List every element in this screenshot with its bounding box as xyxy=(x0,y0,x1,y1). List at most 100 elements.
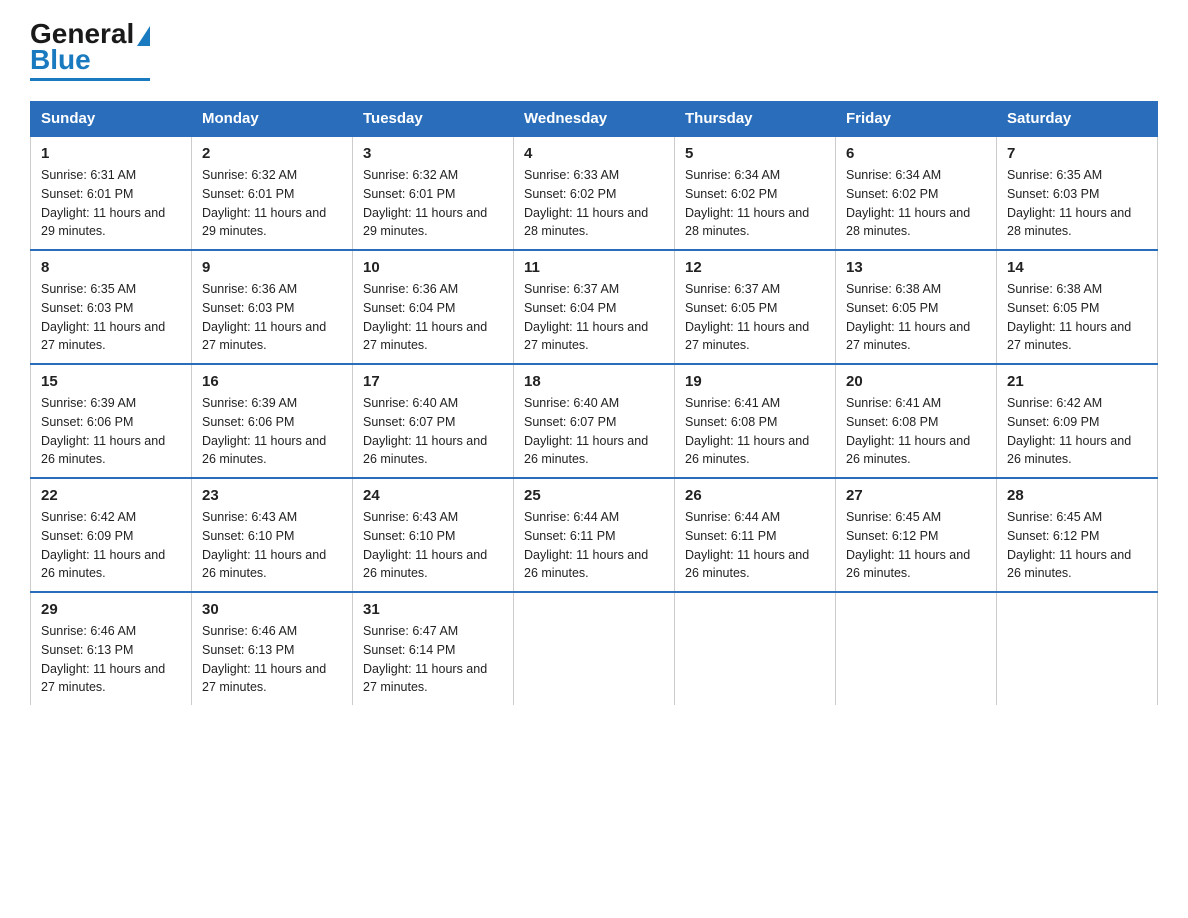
day-number: 9 xyxy=(202,259,342,276)
day-info: Sunrise: 6:32 AMSunset: 6:01 PMDaylight:… xyxy=(202,168,326,238)
calendar-day-cell xyxy=(997,592,1158,705)
calendar-day-cell: 19 Sunrise: 6:41 AMSunset: 6:08 PMDaylig… xyxy=(675,364,836,478)
day-info: Sunrise: 6:45 AMSunset: 6:12 PMDaylight:… xyxy=(846,510,970,580)
day-number: 22 xyxy=(41,487,181,504)
day-number: 7 xyxy=(1007,145,1147,162)
calendar-day-cell xyxy=(675,592,836,705)
day-info: Sunrise: 6:35 AMSunset: 6:03 PMDaylight:… xyxy=(1007,168,1131,238)
calendar-day-cell: 16 Sunrise: 6:39 AMSunset: 6:06 PMDaylig… xyxy=(192,364,353,478)
calendar-day-cell: 3 Sunrise: 6:32 AMSunset: 6:01 PMDayligh… xyxy=(353,136,514,250)
day-info: Sunrise: 6:35 AMSunset: 6:03 PMDaylight:… xyxy=(41,282,165,352)
day-info: Sunrise: 6:37 AMSunset: 6:05 PMDaylight:… xyxy=(685,282,809,352)
day-info: Sunrise: 6:41 AMSunset: 6:08 PMDaylight:… xyxy=(846,396,970,466)
calendar-table: SundayMondayTuesdayWednesdayThursdayFrid… xyxy=(30,101,1158,705)
calendar-day-cell: 22 Sunrise: 6:42 AMSunset: 6:09 PMDaylig… xyxy=(31,478,192,592)
col-header-thursday: Thursday xyxy=(675,102,836,137)
day-info: Sunrise: 6:38 AMSunset: 6:05 PMDaylight:… xyxy=(846,282,970,352)
day-info: Sunrise: 6:44 AMSunset: 6:11 PMDaylight:… xyxy=(524,510,648,580)
logo: General Blue xyxy=(30,20,150,81)
day-info: Sunrise: 6:45 AMSunset: 6:12 PMDaylight:… xyxy=(1007,510,1131,580)
calendar-day-cell: 5 Sunrise: 6:34 AMSunset: 6:02 PMDayligh… xyxy=(675,136,836,250)
calendar-week-row: 8 Sunrise: 6:35 AMSunset: 6:03 PMDayligh… xyxy=(31,250,1158,364)
calendar-day-cell: 8 Sunrise: 6:35 AMSunset: 6:03 PMDayligh… xyxy=(31,250,192,364)
day-info: Sunrise: 6:39 AMSunset: 6:06 PMDaylight:… xyxy=(202,396,326,466)
col-header-tuesday: Tuesday xyxy=(353,102,514,137)
calendar-day-cell: 14 Sunrise: 6:38 AMSunset: 6:05 PMDaylig… xyxy=(997,250,1158,364)
day-info: Sunrise: 6:39 AMSunset: 6:06 PMDaylight:… xyxy=(41,396,165,466)
day-number: 25 xyxy=(524,487,664,504)
col-header-wednesday: Wednesday xyxy=(514,102,675,137)
calendar-day-cell: 15 Sunrise: 6:39 AMSunset: 6:06 PMDaylig… xyxy=(31,364,192,478)
day-info: Sunrise: 6:46 AMSunset: 6:13 PMDaylight:… xyxy=(202,624,326,694)
calendar-day-cell: 11 Sunrise: 6:37 AMSunset: 6:04 PMDaylig… xyxy=(514,250,675,364)
day-info: Sunrise: 6:40 AMSunset: 6:07 PMDaylight:… xyxy=(524,396,648,466)
day-number: 2 xyxy=(202,145,342,162)
day-number: 20 xyxy=(846,373,986,390)
day-info: Sunrise: 6:36 AMSunset: 6:03 PMDaylight:… xyxy=(202,282,326,352)
calendar-day-cell: 12 Sunrise: 6:37 AMSunset: 6:05 PMDaylig… xyxy=(675,250,836,364)
day-number: 31 xyxy=(363,601,503,618)
logo-subtext: Blue xyxy=(30,44,91,76)
day-info: Sunrise: 6:38 AMSunset: 6:05 PMDaylight:… xyxy=(1007,282,1131,352)
calendar-day-cell: 2 Sunrise: 6:32 AMSunset: 6:01 PMDayligh… xyxy=(192,136,353,250)
calendar-day-cell: 13 Sunrise: 6:38 AMSunset: 6:05 PMDaylig… xyxy=(836,250,997,364)
day-number: 30 xyxy=(202,601,342,618)
day-info: Sunrise: 6:33 AMSunset: 6:02 PMDaylight:… xyxy=(524,168,648,238)
page-header: General Blue xyxy=(30,20,1158,81)
day-number: 13 xyxy=(846,259,986,276)
day-number: 12 xyxy=(685,259,825,276)
day-info: Sunrise: 6:40 AMSunset: 6:07 PMDaylight:… xyxy=(363,396,487,466)
calendar-day-cell: 17 Sunrise: 6:40 AMSunset: 6:07 PMDaylig… xyxy=(353,364,514,478)
calendar-day-cell: 24 Sunrise: 6:43 AMSunset: 6:10 PMDaylig… xyxy=(353,478,514,592)
day-info: Sunrise: 6:32 AMSunset: 6:01 PMDaylight:… xyxy=(363,168,487,238)
col-header-saturday: Saturday xyxy=(997,102,1158,137)
day-number: 29 xyxy=(41,601,181,618)
day-info: Sunrise: 6:34 AMSunset: 6:02 PMDaylight:… xyxy=(685,168,809,238)
day-number: 8 xyxy=(41,259,181,276)
calendar-day-cell: 31 Sunrise: 6:47 AMSunset: 6:14 PMDaylig… xyxy=(353,592,514,705)
logo-line xyxy=(30,78,150,81)
calendar-day-cell: 10 Sunrise: 6:36 AMSunset: 6:04 PMDaylig… xyxy=(353,250,514,364)
calendar-day-cell: 29 Sunrise: 6:46 AMSunset: 6:13 PMDaylig… xyxy=(31,592,192,705)
calendar-day-cell: 26 Sunrise: 6:44 AMSunset: 6:11 PMDaylig… xyxy=(675,478,836,592)
calendar-week-row: 1 Sunrise: 6:31 AMSunset: 6:01 PMDayligh… xyxy=(31,136,1158,250)
day-number: 6 xyxy=(846,145,986,162)
col-header-sunday: Sunday xyxy=(31,102,192,137)
day-number: 11 xyxy=(524,259,664,276)
day-number: 3 xyxy=(363,145,503,162)
day-number: 10 xyxy=(363,259,503,276)
day-info: Sunrise: 6:44 AMSunset: 6:11 PMDaylight:… xyxy=(685,510,809,580)
calendar-day-cell: 7 Sunrise: 6:35 AMSunset: 6:03 PMDayligh… xyxy=(997,136,1158,250)
day-number: 21 xyxy=(1007,373,1147,390)
day-info: Sunrise: 6:46 AMSunset: 6:13 PMDaylight:… xyxy=(41,624,165,694)
day-number: 1 xyxy=(41,145,181,162)
day-number: 18 xyxy=(524,373,664,390)
day-info: Sunrise: 6:43 AMSunset: 6:10 PMDaylight:… xyxy=(363,510,487,580)
day-info: Sunrise: 6:42 AMSunset: 6:09 PMDaylight:… xyxy=(1007,396,1131,466)
day-number: 15 xyxy=(41,373,181,390)
day-number: 19 xyxy=(685,373,825,390)
calendar-day-cell: 20 Sunrise: 6:41 AMSunset: 6:08 PMDaylig… xyxy=(836,364,997,478)
calendar-day-cell: 18 Sunrise: 6:40 AMSunset: 6:07 PMDaylig… xyxy=(514,364,675,478)
day-info: Sunrise: 6:37 AMSunset: 6:04 PMDaylight:… xyxy=(524,282,648,352)
calendar-day-cell: 27 Sunrise: 6:45 AMSunset: 6:12 PMDaylig… xyxy=(836,478,997,592)
day-info: Sunrise: 6:43 AMSunset: 6:10 PMDaylight:… xyxy=(202,510,326,580)
calendar-week-row: 29 Sunrise: 6:46 AMSunset: 6:13 PMDaylig… xyxy=(31,592,1158,705)
col-header-friday: Friday xyxy=(836,102,997,137)
calendar-day-cell: 28 Sunrise: 6:45 AMSunset: 6:12 PMDaylig… xyxy=(997,478,1158,592)
day-info: Sunrise: 6:31 AMSunset: 6:01 PMDaylight:… xyxy=(41,168,165,238)
calendar-week-row: 22 Sunrise: 6:42 AMSunset: 6:09 PMDaylig… xyxy=(31,478,1158,592)
day-number: 16 xyxy=(202,373,342,390)
calendar-day-cell: 6 Sunrise: 6:34 AMSunset: 6:02 PMDayligh… xyxy=(836,136,997,250)
col-header-monday: Monday xyxy=(192,102,353,137)
calendar-day-cell xyxy=(514,592,675,705)
day-number: 27 xyxy=(846,487,986,504)
day-info: Sunrise: 6:34 AMSunset: 6:02 PMDaylight:… xyxy=(846,168,970,238)
day-number: 24 xyxy=(363,487,503,504)
day-info: Sunrise: 6:47 AMSunset: 6:14 PMDaylight:… xyxy=(363,624,487,694)
calendar-week-row: 15 Sunrise: 6:39 AMSunset: 6:06 PMDaylig… xyxy=(31,364,1158,478)
day-number: 17 xyxy=(363,373,503,390)
day-info: Sunrise: 6:36 AMSunset: 6:04 PMDaylight:… xyxy=(363,282,487,352)
calendar-day-cell: 1 Sunrise: 6:31 AMSunset: 6:01 PMDayligh… xyxy=(31,136,192,250)
day-info: Sunrise: 6:41 AMSunset: 6:08 PMDaylight:… xyxy=(685,396,809,466)
